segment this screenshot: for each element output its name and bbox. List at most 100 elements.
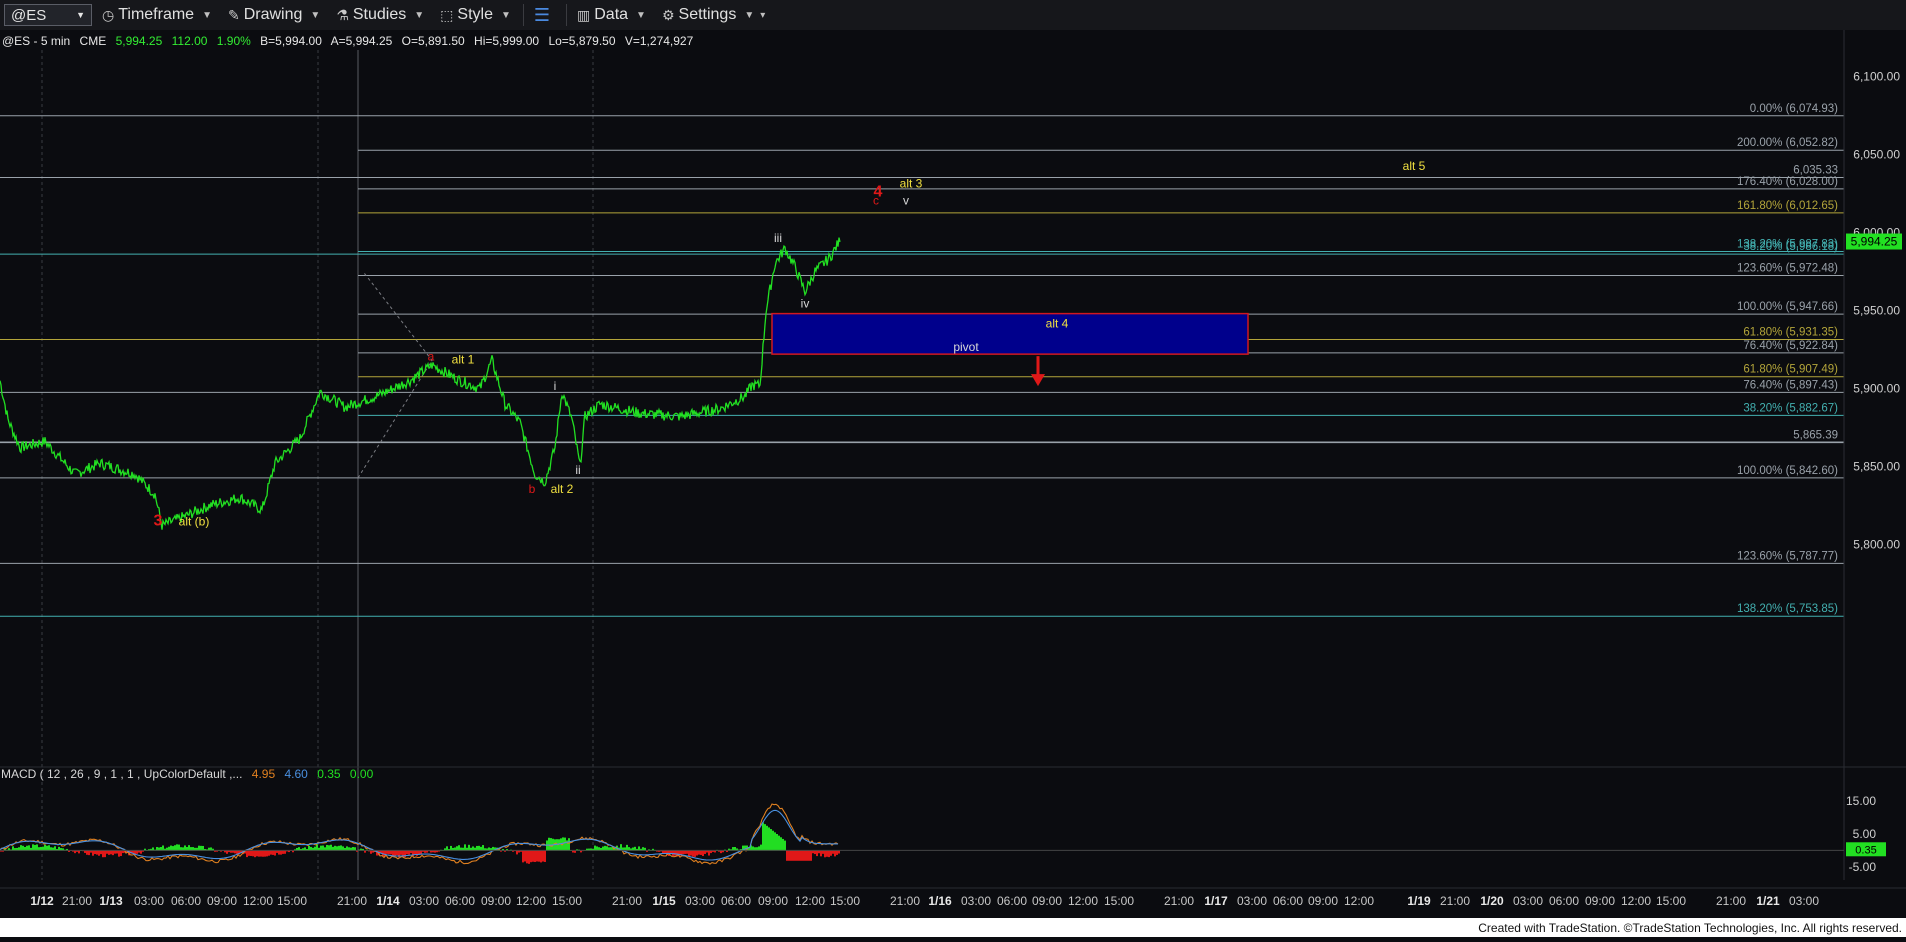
time-tick-label: 12:00 (1344, 894, 1374, 908)
macd-histogram-bar (820, 850, 822, 857)
macd-histogram-bar (534, 850, 536, 863)
wave-label: b (529, 482, 536, 496)
drawing-button[interactable]: ✎ Drawing ▼ (222, 3, 326, 27)
macd-histogram-bar (692, 850, 694, 857)
style-icon: ⬚ (440, 6, 454, 23)
macd-histogram-bar (836, 850, 838, 855)
layout-button[interactable]: ☰ (528, 3, 560, 27)
macd-histogram-bar (414, 850, 416, 855)
macd-histogram-bar (108, 850, 110, 855)
macd-histogram-bar (548, 837, 550, 851)
wave-label: alt (b) (179, 515, 210, 529)
chart-area[interactable]: @ES - 5 min CME 5,994.25 112.00 1.90% B=… (0, 30, 1906, 937)
fib-level-label: 38.20% (5,986.18) (1743, 241, 1838, 253)
wave-label: ii (575, 463, 580, 477)
bar-data-icon: ▥ (577, 6, 591, 23)
time-tick-label: 06:00 (171, 894, 201, 908)
macd-histogram-bar (802, 850, 804, 861)
macd-histogram-bar (832, 850, 834, 854)
studies-button[interactable]: ⚗ Studies ▼ (330, 3, 430, 27)
macd-histogram-bar (822, 850, 824, 854)
clock-icon: ◷ (102, 6, 115, 23)
macd-histogram-bar (94, 850, 96, 855)
macd-legend: MACD ( 12 , 26 , 9 , 1 , 1 , UpColorDefa… (1, 767, 374, 781)
time-tick-label: 03:00 (1513, 894, 1543, 908)
settings-button[interactable]: ⚙ Settings ▼ ▾ (656, 3, 771, 27)
time-tick-label: 1/16 (928, 894, 952, 908)
macd-tick-label: -5.00 (1849, 860, 1877, 874)
macd-histogram-bar (390, 850, 392, 855)
toolbar-divider (522, 4, 524, 26)
symbol-select[interactable]: @ES ▼ (4, 4, 92, 26)
chevron-down-icon: ▼ (636, 9, 646, 21)
data-button[interactable]: ▥ Data ▼ (571, 3, 652, 27)
macd-histogram-bar (278, 850, 280, 855)
exchange: CME (80, 34, 107, 48)
macd-histogram-bar (682, 850, 684, 855)
ask-price: A=5,994.25 (331, 34, 393, 48)
macd-histogram-bar (782, 838, 784, 851)
price-tick-label: 6,050.00 (1853, 148, 1900, 162)
macd-histogram-bar (516, 850, 518, 855)
macd-histogram-bar (252, 850, 254, 857)
macd-histogram-bar (762, 822, 764, 851)
style-button[interactable]: ⬚ Style ▼ (434, 3, 517, 27)
macd-histogram-bar (386, 850, 388, 854)
macd-histogram-bar (780, 837, 782, 851)
macd-histogram-bar (530, 850, 532, 863)
time-tick-label: 09:00 (1032, 894, 1062, 908)
macd-histogram-bar (828, 850, 830, 858)
macd-histogram-bar (104, 850, 106, 858)
fib-level-label: 5,865.39 (1793, 429, 1838, 441)
macd-histogram-bar (824, 850, 826, 858)
time-tick-label: 15:00 (552, 894, 582, 908)
macd-histogram-bar (280, 850, 282, 855)
macd-histogram-bar (392, 850, 394, 856)
time-tick-label: 03:00 (1237, 894, 1267, 908)
fib-level-label: 161.80% (6,012.65) (1737, 200, 1838, 212)
macd-histogram-bar (774, 832, 776, 851)
time-tick-label: 1/17 (1204, 894, 1228, 908)
time-tick-label: 21:00 (62, 894, 92, 908)
current-price-text: 5,994.25 (1851, 235, 1898, 249)
time-tick-label: 1/12 (30, 894, 54, 908)
macd-histogram-bar (538, 850, 540, 862)
macd-histogram-bar (790, 850, 792, 861)
macd-histogram-bar (420, 850, 422, 855)
macd-histogram-bar (98, 850, 100, 856)
macd-tick-label: 5.00 (1853, 827, 1877, 841)
wave-label: pivot (953, 340, 979, 354)
macd-histogram-bar (808, 850, 810, 861)
time-tick-label: 1/13 (99, 894, 123, 908)
timeframe-button[interactable]: ◷ Timeframe ▼ (96, 3, 218, 27)
chevron-down-icon: ▼ (76, 10, 85, 20)
macd-histogram-bar (270, 850, 272, 855)
macd-avg-value: 4.60 (284, 767, 308, 781)
macd-histogram-bar (96, 850, 98, 855)
wave-label: a (428, 349, 435, 363)
time-tick-label: 1/20 (1480, 894, 1504, 908)
high-price: Hi=5,999.00 (474, 34, 539, 48)
time-tick-label: 1/14 (376, 894, 400, 908)
macd-histogram-bar (110, 850, 112, 855)
gear-icon: ⚙ (661, 6, 675, 23)
macd-histogram-bar (776, 834, 778, 851)
chevron-down-icon: ▼ (500, 9, 511, 21)
time-tick-label: 1/21 (1756, 894, 1780, 908)
macd-histogram-bar (800, 850, 802, 861)
time-tick-label: 06:00 (997, 894, 1027, 908)
layout-icon: ☰ (533, 4, 551, 25)
macd-histogram-bar (698, 850, 700, 855)
macd-histogram-bar (708, 850, 710, 856)
net-change: 112.00 (172, 34, 208, 48)
style-label: Style (457, 6, 493, 23)
macd-histogram-bar (394, 850, 396, 856)
macd-histogram-bar (804, 850, 806, 861)
macd-histogram-bar (772, 830, 774, 851)
price-chart[interactable]: @ES - 5 min CME 5,994.25 112.00 1.90% B=… (0, 30, 1906, 937)
macd-histogram-bar (816, 850, 818, 857)
macd-histogram-bar (92, 850, 94, 856)
time-tick-label: 06:00 (1273, 894, 1303, 908)
macd-histogram-bar (544, 850, 546, 862)
alt4-zone-box[interactable] (771, 312, 1249, 355)
